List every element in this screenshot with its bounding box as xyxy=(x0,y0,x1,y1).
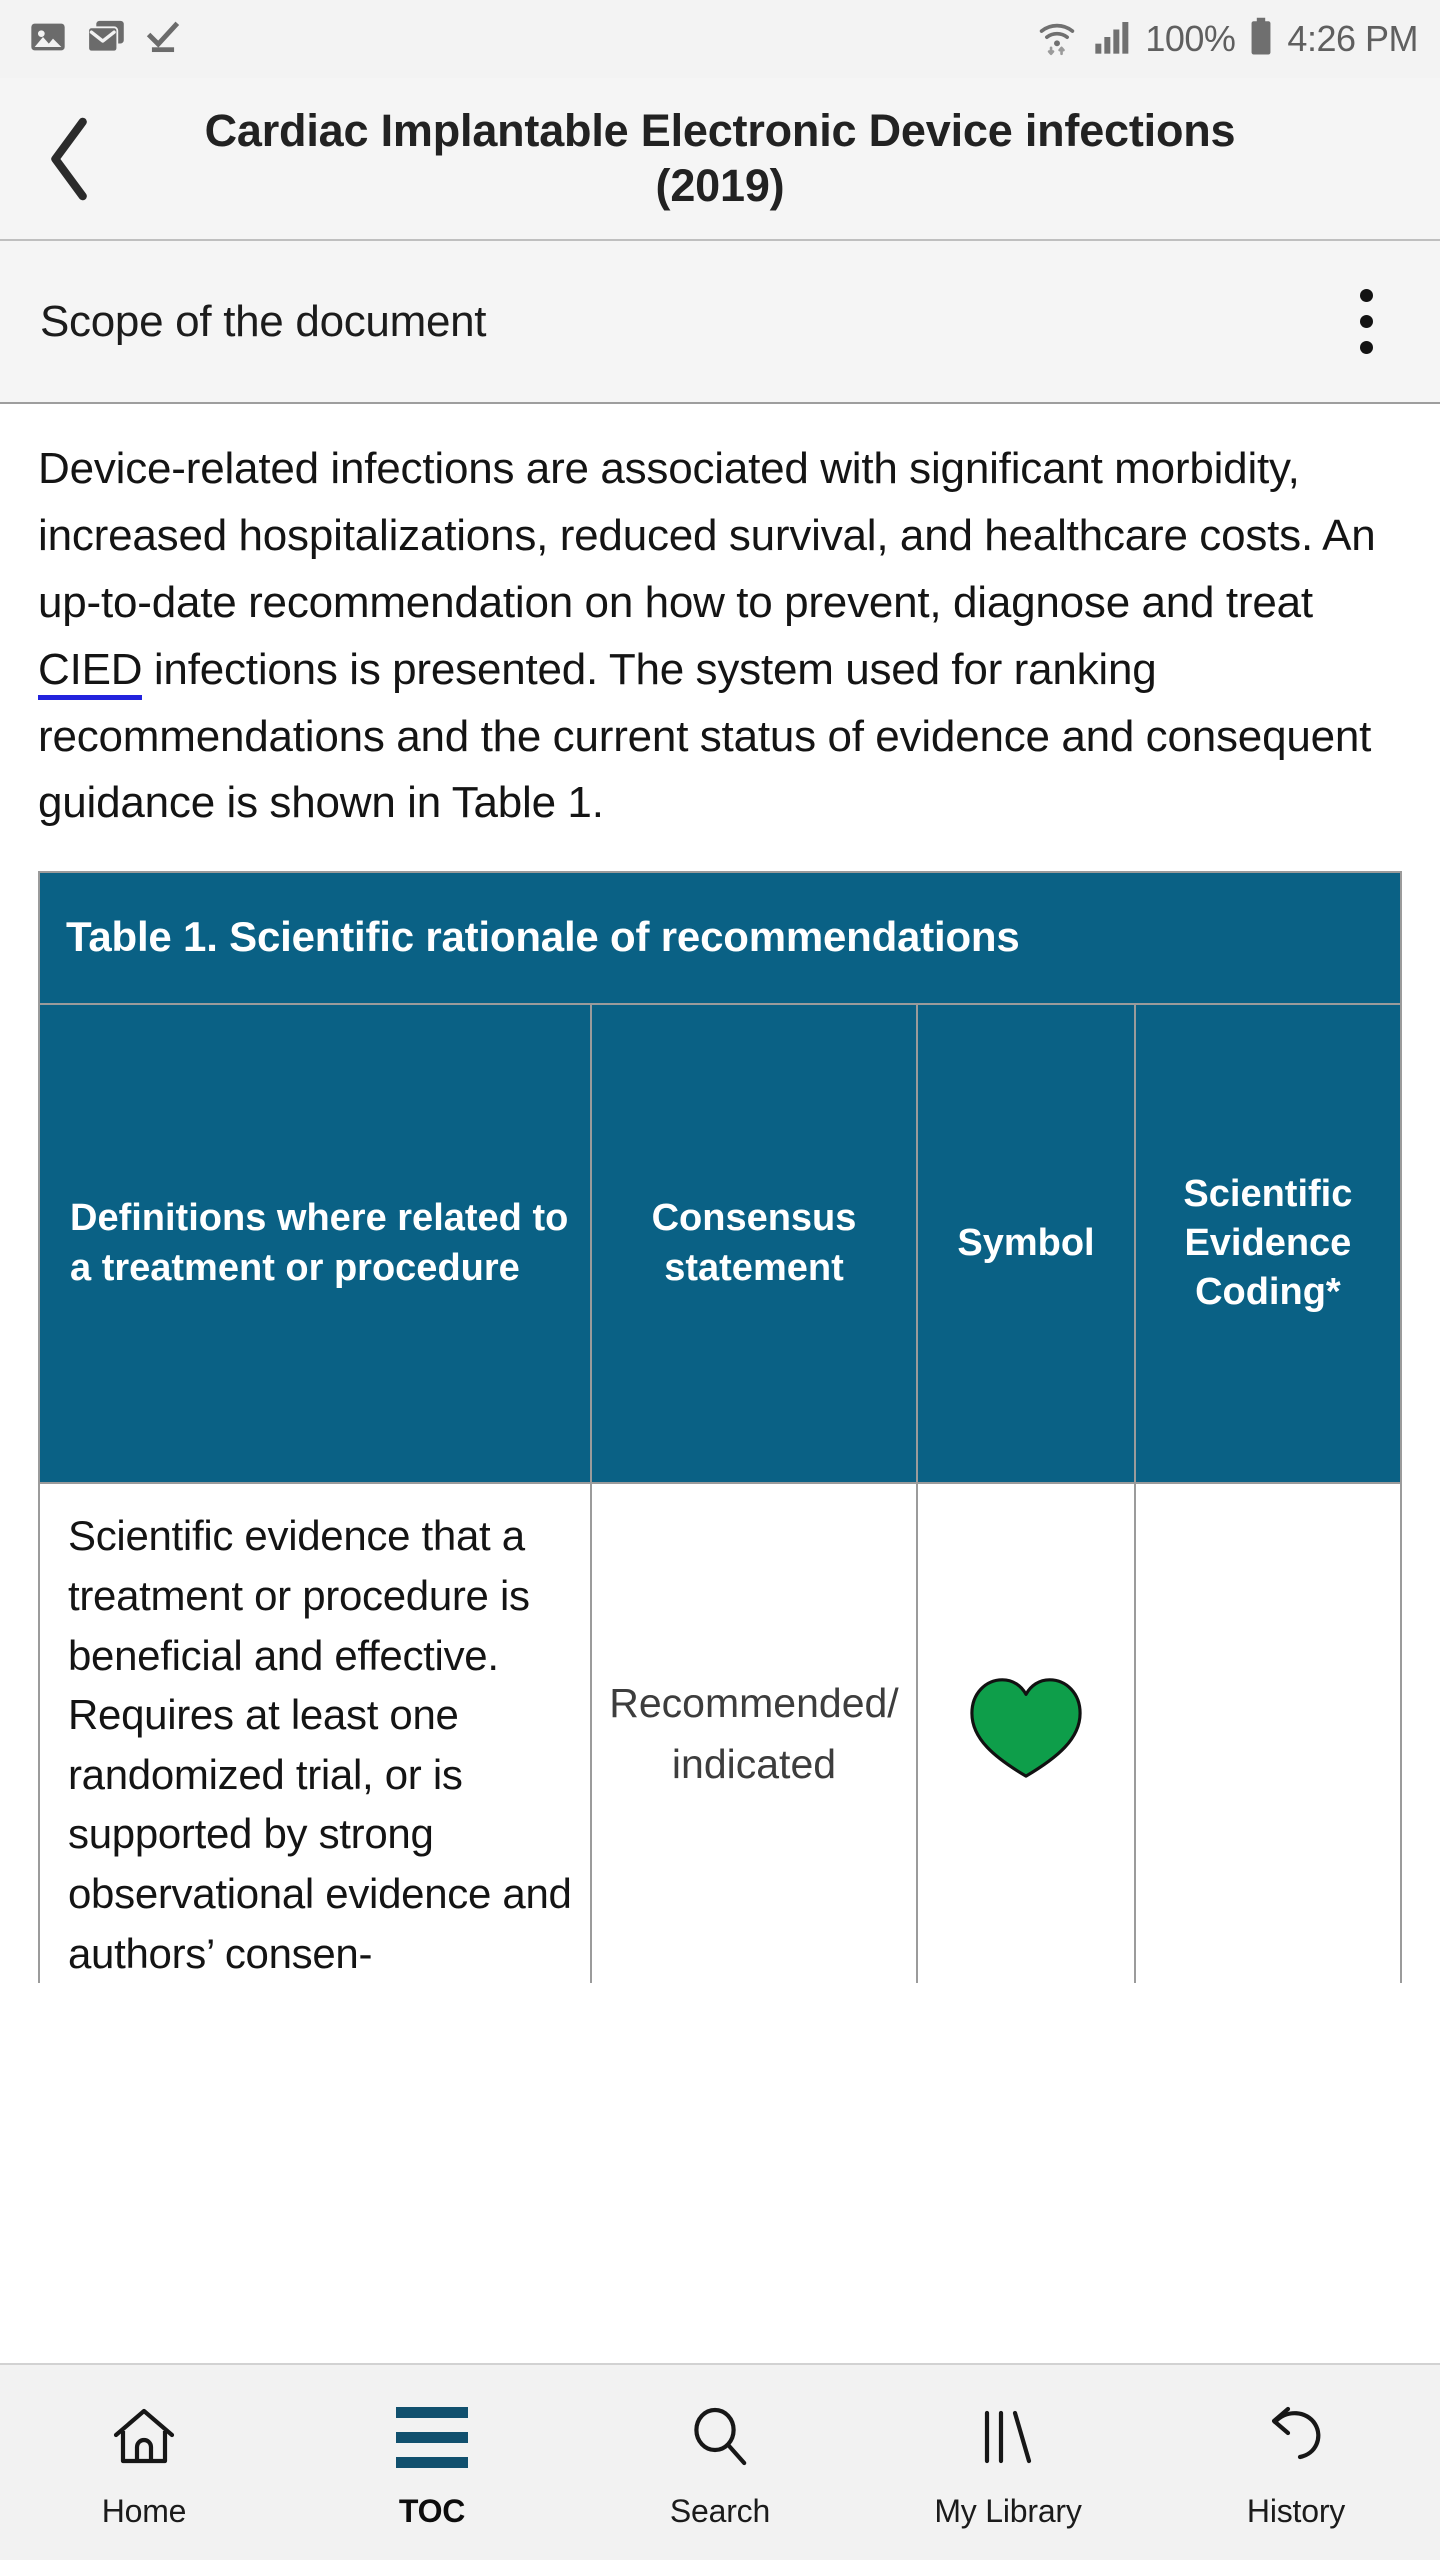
cellular-signal-icon xyxy=(1092,17,1132,62)
cell-symbol xyxy=(917,1483,1136,1984)
nav-item-my-library[interactable]: My Library xyxy=(864,2365,1152,2560)
overflow-menu-button[interactable] xyxy=(1330,267,1402,377)
wifi-icon xyxy=(1035,16,1079,63)
battery-icon xyxy=(1248,16,1274,63)
page-title: Cardiac Implantable Electronic Device in… xyxy=(204,104,1236,211)
nav-label-my-library: My Library xyxy=(934,2493,1082,2529)
kebab-dot-icon xyxy=(1359,289,1373,302)
cell-coding xyxy=(1134,1483,1400,1984)
nav-label-home: Home xyxy=(101,2493,187,2529)
status-bar-right-icons: 100% 4:26 PM xyxy=(1035,16,1418,63)
status-bar-left-icons xyxy=(28,17,182,62)
column-header-symbol: Symbol xyxy=(917,1005,1136,1485)
toc-hamburger-icon xyxy=(396,2401,468,2473)
kebab-dot-icon xyxy=(1359,341,1373,354)
table-body: Scientific evidence that a treatment or … xyxy=(40,1483,1400,1984)
toc-bar-icon xyxy=(396,2406,468,2418)
document-content[interactable]: Device-related infections are associated… xyxy=(0,404,1440,2363)
column-header-consensus: Consensus statement xyxy=(590,1005,919,1485)
column-header-coding: Scientific Evidence Coding* xyxy=(1134,1005,1400,1485)
nav-item-history[interactable]: History xyxy=(1152,2365,1440,2560)
back-button[interactable] xyxy=(34,117,108,201)
column-header-definitions: Definitions where related to a treatment… xyxy=(40,1005,592,1485)
table-header-row: Definitions where related to a treatment… xyxy=(40,1005,1400,1485)
battery-percent-label: 100% xyxy=(1145,18,1236,59)
nav-item-toc[interactable]: TOC xyxy=(288,2365,576,2560)
app-header: Cardiac Implantable Electronic Device in… xyxy=(0,78,1440,241)
intro-paragraph: Device-related infections are associated… xyxy=(38,436,1402,837)
history-undo-icon xyxy=(1261,2401,1331,2473)
image-icon xyxy=(28,17,68,62)
mail-stack-icon xyxy=(85,17,127,62)
kebab-dot-icon xyxy=(1359,315,1373,328)
table-row: Scientific evidence that a treatment or … xyxy=(40,1483,1400,1984)
cell-consensus: Recommended/ indicated xyxy=(590,1483,919,1984)
section-bar: Scope of the document xyxy=(0,241,1440,404)
paragraph-text-after-link: infections is presented. The system used… xyxy=(38,644,1372,828)
cied-glossary-link[interactable]: CIED xyxy=(38,644,143,700)
search-icon xyxy=(687,2401,753,2473)
paragraph-text-before-link: Device-related infections are associated… xyxy=(38,444,1376,627)
app-screen: 100% 4:26 PM Cardiac Implantable Electro… xyxy=(0,0,1440,2560)
table-caption: Table 1. Scientific rationale of recomme… xyxy=(40,873,1400,1006)
toc-bar-icon xyxy=(396,2456,468,2468)
clock-label: 4:26 PM xyxy=(1287,18,1418,59)
nav-item-search[interactable]: Search xyxy=(576,2365,864,2560)
green-heart-icon xyxy=(962,1667,1090,1801)
nav-label-toc: TOC xyxy=(398,2493,466,2529)
bottom-navigation-bar: Home TOC Search My Library History xyxy=(0,2363,1440,2560)
nav-item-home[interactable]: Home xyxy=(0,2365,288,2560)
toc-bar-icon xyxy=(396,2431,468,2443)
section-title: Scope of the document xyxy=(40,296,487,346)
table-1-container: Table 1. Scientific rationale of recomme… xyxy=(38,871,1402,1984)
chevron-left-icon xyxy=(51,117,87,200)
home-icon xyxy=(110,2401,178,2473)
nav-label-search: Search xyxy=(669,2493,771,2529)
scientific-rationale-table: Table 1. Scientific rationale of recomme… xyxy=(40,873,1400,1984)
status-bar: 100% 4:26 PM xyxy=(0,0,1440,78)
library-books-icon xyxy=(975,2401,1041,2473)
nav-label-history: History xyxy=(1246,2493,1346,2529)
download-complete-icon xyxy=(144,17,182,62)
table-head: Definitions where related to a treatment… xyxy=(40,1005,1400,1485)
cell-definition: Scientific evidence that a treatment or … xyxy=(40,1483,592,1984)
